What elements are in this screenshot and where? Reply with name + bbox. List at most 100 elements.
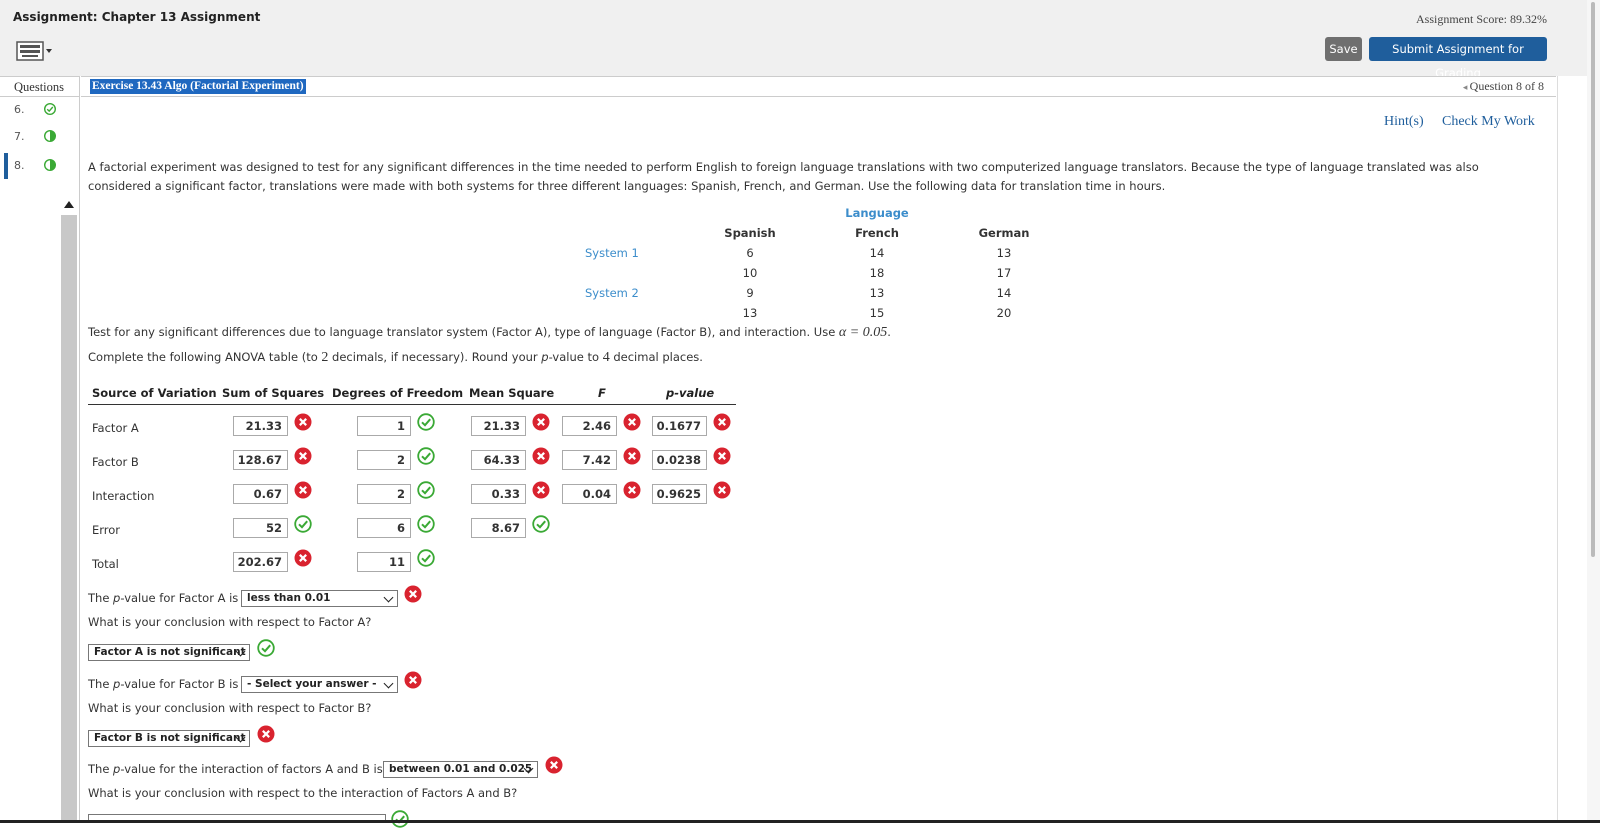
complete-instruction: Complete the following ANOVA table (to 2… bbox=[88, 350, 703, 366]
ms-input[interactable]: 0.33 bbox=[471, 484, 526, 504]
select-value: less than 0.01 bbox=[247, 592, 331, 604]
instruction-text: decimals, if necessary). Round your bbox=[328, 350, 542, 364]
submit-button[interactable]: Submit Assignment for Grading bbox=[1369, 37, 1547, 80]
correct-icon bbox=[417, 481, 435, 499]
test-text: Test for any significant differences due… bbox=[88, 325, 839, 339]
incorrect-icon bbox=[623, 481, 641, 499]
p-italic: p bbox=[541, 350, 549, 364]
incorrect-icon bbox=[294, 447, 312, 465]
pvalue-interaction-select[interactable]: between 0.01 and 0.025 bbox=[383, 761, 538, 778]
data-cell: 6 bbox=[746, 246, 754, 260]
chevron-down-icon bbox=[383, 592, 394, 603]
header-df: Degrees of Freedom bbox=[332, 386, 464, 400]
alpha-value: α = 0.05 bbox=[838, 325, 888, 340]
conclusion-b-question: What is your conclusion with respect to … bbox=[88, 701, 372, 715]
pvalue-b-select[interactable]: - Select your answer - bbox=[241, 676, 398, 693]
ss-input[interactable]: 21.33 bbox=[233, 416, 288, 436]
incorrect-icon bbox=[545, 756, 563, 774]
check-my-work-link[interactable]: Check My Work bbox=[1442, 114, 1535, 130]
instruction-text: Complete the following ANOVA table (to bbox=[88, 350, 322, 364]
incorrect-icon bbox=[294, 413, 312, 431]
incorrect-icon bbox=[404, 671, 422, 689]
system-1-label: System 1 bbox=[585, 246, 639, 260]
df-input[interactable]: 11 bbox=[357, 552, 411, 572]
header-pvalue: p-value bbox=[666, 386, 715, 400]
question-number: 7. bbox=[14, 130, 25, 143]
df-input[interactable]: 6 bbox=[357, 518, 411, 538]
df-input[interactable]: 2 bbox=[357, 484, 411, 504]
conclusion-a-question: What is your conclusion with respect to … bbox=[88, 615, 372, 629]
instruction-text: -value to bbox=[548, 350, 603, 364]
f-input[interactable]: 0.04 bbox=[562, 484, 617, 504]
pvalue-input[interactable]: 0.0238 bbox=[652, 450, 707, 470]
incorrect-icon bbox=[532, 413, 550, 431]
chevron-down-icon bbox=[383, 678, 394, 689]
conclusion-a-select[interactable]: Factor A is not significant bbox=[88, 644, 250, 661]
question-item-8[interactable]: 8. bbox=[0, 153, 80, 179]
test-text-end: . bbox=[887, 325, 891, 339]
question-text: The bbox=[88, 591, 114, 605]
correct-icon bbox=[417, 413, 435, 431]
data-cell: 13 bbox=[996, 246, 1012, 260]
f-input[interactable]: 7.42 bbox=[562, 450, 617, 470]
correct-icon bbox=[294, 515, 312, 533]
pvalue-input[interactable]: 0.1677 bbox=[652, 416, 707, 436]
data-cell: 13 bbox=[869, 286, 885, 300]
conclusion-interaction-question: What is your conclusion with respect to … bbox=[88, 786, 518, 800]
test-instruction: Test for any significant differences due… bbox=[88, 325, 891, 341]
conclusion-b-select[interactable]: Factor B is not significant bbox=[88, 730, 250, 747]
ms-input[interactable]: 8.67 bbox=[471, 518, 526, 538]
col-german: German bbox=[978, 226, 1030, 240]
ss-input[interactable]: 202.67 bbox=[233, 552, 288, 572]
pvalue-input[interactable]: 0.9625 bbox=[652, 484, 707, 504]
header-ms: Mean Square bbox=[469, 386, 555, 400]
df-input[interactable]: 2 bbox=[357, 450, 411, 470]
select-value: between 0.01 and 0.025 bbox=[389, 763, 533, 775]
ss-input[interactable]: 52 bbox=[233, 518, 288, 538]
data-cell: 14 bbox=[869, 246, 885, 260]
partial-check-icon bbox=[44, 159, 56, 171]
incorrect-icon bbox=[623, 413, 641, 431]
header-ss: Sum of Squares bbox=[222, 386, 325, 400]
row-label: Total bbox=[92, 557, 119, 571]
ms-input[interactable]: 64.33 bbox=[471, 450, 526, 470]
question-nav[interactable]: ◂ Question 8 of 8 bbox=[1463, 79, 1544, 94]
col-french: French bbox=[855, 226, 899, 240]
df-input[interactable]: 1 bbox=[357, 416, 411, 436]
save-button[interactable]: Save bbox=[1325, 37, 1362, 61]
data-cell: 14 bbox=[996, 286, 1012, 300]
incorrect-icon bbox=[294, 481, 312, 499]
f-input[interactable]: 2.46 bbox=[562, 416, 617, 436]
question-text: -value for the interaction of factors A … bbox=[120, 762, 383, 776]
keyboard-icon[interactable] bbox=[16, 40, 52, 62]
correct-icon bbox=[417, 447, 435, 465]
ms-input[interactable]: 21.33 bbox=[471, 416, 526, 436]
hints-link[interactable]: Hint(s) bbox=[1384, 114, 1424, 130]
question-list-scrollbar[interactable] bbox=[61, 215, 77, 823]
divider bbox=[1557, 76, 1558, 823]
assignment-score: Assignment Score: 89.32% bbox=[1416, 12, 1547, 26]
data-cell: 9 bbox=[746, 286, 754, 300]
scrollbar-thumb[interactable] bbox=[1591, 2, 1595, 557]
incorrect-icon bbox=[294, 549, 312, 567]
partial-check-icon bbox=[44, 130, 56, 142]
select-value: - Select your answer - bbox=[247, 678, 377, 690]
ss-input[interactable]: 128.67 bbox=[233, 450, 288, 470]
col-spanish: Spanish bbox=[724, 226, 776, 240]
ss-input[interactable]: 0.67 bbox=[233, 484, 288, 504]
question-text: -value for Factor A is bbox=[120, 591, 239, 605]
question-text: The bbox=[88, 677, 114, 691]
instruction-text: decimal places. bbox=[609, 350, 703, 364]
data-cell: 15 bbox=[869, 306, 885, 320]
assignment-header: Assignment: Chapter 13 Assignment Assign… bbox=[0, 0, 1600, 80]
exercise-header: Exercise 13.43 Algo (Factorial Experimen… bbox=[81, 76, 1556, 97]
data-cell: 17 bbox=[996, 266, 1012, 280]
pvalue-a-select[interactable]: less than 0.01 bbox=[241, 590, 398, 607]
incorrect-icon bbox=[713, 447, 731, 465]
decimals-number: 4 bbox=[602, 350, 610, 365]
page-scrollbar[interactable] bbox=[1587, 0, 1600, 823]
scroll-up-icon[interactable] bbox=[64, 201, 74, 208]
question-item-6[interactable]: 6. bbox=[0, 97, 80, 123]
row-label: Error bbox=[92, 523, 121, 537]
question-item-7[interactable]: 7. bbox=[0, 124, 80, 150]
